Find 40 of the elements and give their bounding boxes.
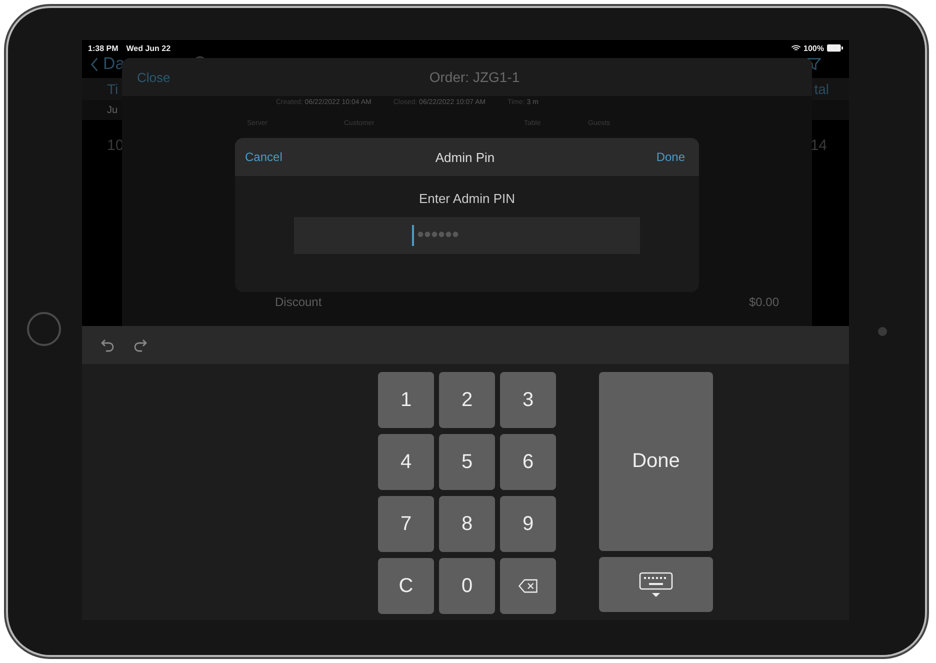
undo-icon[interactable]: [100, 337, 116, 353]
battery-icon: [827, 44, 843, 52]
status-date: Wed Jun 22: [126, 44, 171, 52]
column-header: tal: [814, 81, 829, 97]
digit-key[interactable]: 0: [439, 558, 495, 614]
digit-key[interactable]: 9: [500, 496, 556, 552]
backspace-icon: [518, 579, 538, 593]
redo-icon[interactable]: [132, 337, 148, 353]
digit-key[interactable]: 1: [378, 372, 434, 428]
sheet-title: Order: JZG1-1: [429, 69, 520, 85]
filter-icon[interactable]: [807, 57, 821, 71]
dialog-title: Admin Pin: [435, 150, 495, 164]
column-header: Ti: [107, 81, 118, 97]
digit-key[interactable]: 6: [500, 434, 556, 490]
digit-key[interactable]: 5: [439, 434, 495, 490]
digit-key[interactable]: 8: [439, 496, 495, 552]
home-button[interactable]: [27, 312, 61, 346]
backspace-key[interactable]: [500, 558, 556, 614]
digit-key[interactable]: 2: [439, 372, 495, 428]
total-label: Discount: [275, 295, 322, 309]
pin-field[interactable]: ••••••: [294, 217, 640, 254]
hide-keyboard-key[interactable]: [599, 557, 713, 612]
wifi-icon: [790, 44, 801, 52]
pin-prompt: Enter Admin PIN: [418, 191, 516, 206]
done-key[interactable]: Done: [599, 372, 713, 551]
battery-percent: 100%: [804, 44, 824, 52]
digit-key[interactable]: 3: [500, 372, 556, 428]
table-cell: 14: [810, 136, 827, 154]
total-value: $0.00: [748, 295, 779, 309]
status-time: 1:38 PM: [88, 44, 118, 52]
cancel-button[interactable]: Cancel: [241, 148, 286, 166]
clear-key[interactable]: C: [378, 558, 434, 614]
camera-icon: [878, 327, 887, 336]
back-chevron-icon[interactable]: [90, 56, 99, 72]
section-label: Ju: [107, 104, 118, 116]
done-button[interactable]: Done: [652, 148, 689, 166]
text-cursor: [412, 225, 414, 246]
keyboard-dismiss-icon: [639, 572, 673, 598]
digit-key[interactable]: 4: [378, 434, 434, 490]
digit-key[interactable]: 7: [378, 496, 434, 552]
